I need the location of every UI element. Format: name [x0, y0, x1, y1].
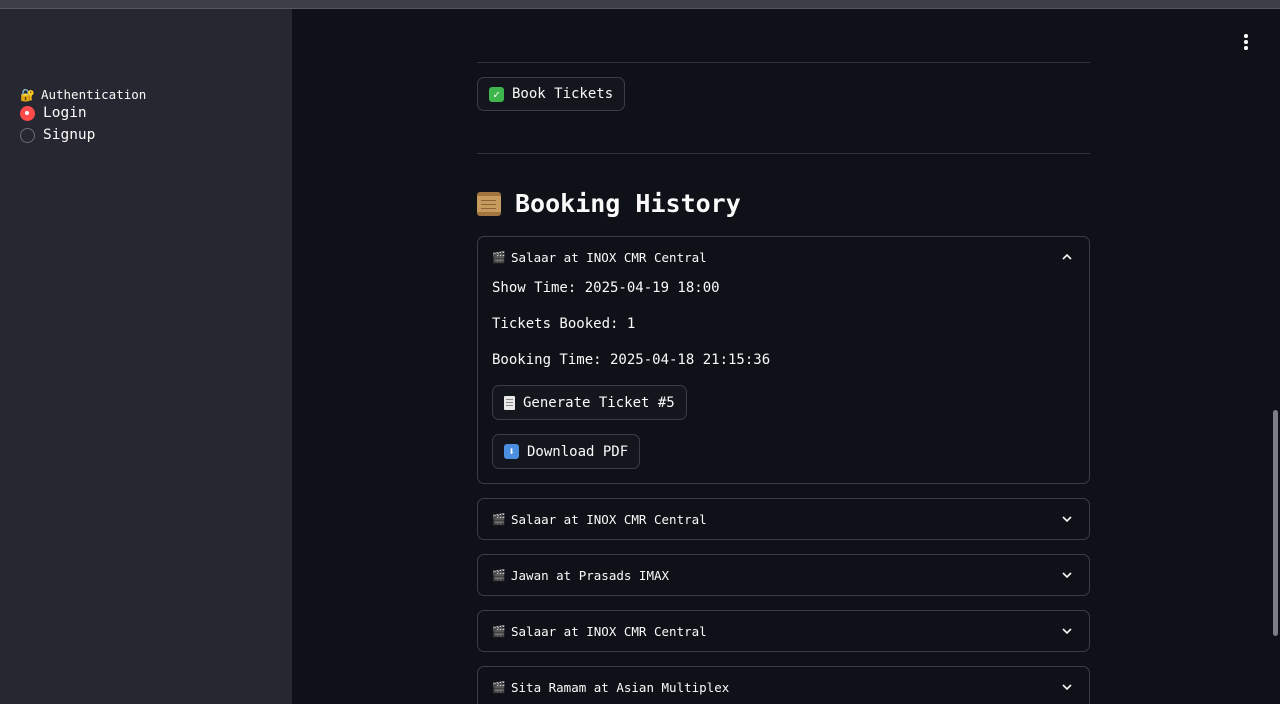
radio-login[interactable]: Login [20, 105, 87, 121]
history-item-expanded: 🎬 Salaar at INOX CMR Central Show Time: … [477, 236, 1090, 484]
history-item[interactable]: 🎬 Sita Ramam at Asian Multiplex [477, 666, 1090, 704]
history-item-header[interactable]: 🎬 Salaar at INOX CMR Central [478, 499, 1089, 540]
scroll-icon [477, 191, 501, 216]
history-item-header[interactable]: 🎬 Salaar at INOX CMR Central [478, 237, 1089, 278]
booking-history-heading: Booking History [477, 189, 741, 218]
download-pdf-button[interactable]: ⬇ Download PDF [492, 434, 641, 469]
booking-time-text: Booking Time: 2025-04-18 21:15:36 [492, 352, 771, 368]
history-item[interactable]: 🎬 Salaar at INOX CMR Central [477, 610, 1090, 652]
booking-history-title: Booking History [515, 189, 741, 218]
chevron-up-icon[interactable] [1061, 251, 1073, 263]
main-menu-kebab-icon[interactable] [1234, 31, 1258, 53]
browser-top-strip [0, 0, 1280, 9]
radio-login-label: Login [43, 105, 87, 121]
download-pdf-label: Download PDF [527, 443, 629, 460]
history-item-title: Salaar at INOX CMR Central [511, 512, 707, 527]
down-arrow-icon: ⬇ [504, 444, 519, 459]
book-tickets-label: Book Tickets [512, 86, 614, 102]
clapper-board-icon: 🎬 [492, 251, 506, 264]
divider-top [477, 62, 1090, 63]
book-tickets-button[interactable]: ✓ Book Tickets [477, 77, 626, 111]
radio-signup-label: Signup [43, 127, 96, 143]
app-header [292, 9, 1280, 65]
generate-ticket-button[interactable]: Generate Ticket #5 [492, 385, 687, 420]
radio-selected-icon[interactable] [20, 105, 35, 121]
history-item-header[interactable]: 🎬 Salaar at INOX CMR Central [478, 611, 1089, 652]
sidebar: 🔐 Authentication Login Signup [0, 9, 292, 704]
history-item[interactable]: 🎬 Salaar at INOX CMR Central [477, 498, 1090, 540]
clapper-board-icon: 🎬 [492, 625, 506, 638]
history-item-title: Salaar at INOX CMR Central [511, 624, 707, 639]
main-area: ✓ Book Tickets Booking History 🎬 Salaar … [292, 9, 1280, 704]
chevron-down-icon[interactable] [1061, 681, 1073, 693]
generate-ticket-label: Generate Ticket #5 [523, 394, 675, 411]
history-item-title: Salaar at INOX CMR Central [511, 250, 707, 265]
receipt-icon [504, 395, 515, 410]
chevron-down-icon[interactable] [1061, 569, 1073, 581]
clapper-board-icon: 🎬 [492, 513, 506, 526]
radio-unselected-icon[interactable] [20, 127, 35, 143]
history-item-header[interactable]: 🎬 Jawan at Prasads IMAX [478, 555, 1089, 596]
check-mark-icon: ✓ [489, 86, 504, 102]
auth-section-title: 🔐 Authentication [20, 87, 146, 102]
divider-middle [477, 153, 1090, 154]
chevron-down-icon[interactable] [1061, 513, 1073, 525]
history-item-title: Sita Ramam at Asian Multiplex [511, 680, 730, 695]
auth-title-label: Authentication [40, 87, 147, 102]
history-item-header[interactable]: 🎬 Sita Ramam at Asian Multiplex [478, 667, 1089, 704]
history-item-title: Jawan at Prasads IMAX [511, 568, 670, 583]
tickets-booked-text: Tickets Booked: 1 [492, 316, 636, 332]
radio-signup[interactable]: Signup [20, 127, 95, 143]
clapper-board-icon: 🎬 [492, 681, 506, 694]
lock-with-key-icon: 🔐 [20, 87, 35, 102]
history-item[interactable]: 🎬 Jawan at Prasads IMAX [477, 554, 1090, 596]
clapper-board-icon: 🎬 [492, 569, 506, 582]
show-time-text: Show Time: 2025-04-19 18:00 [492, 280, 720, 296]
main-scrollbar-thumb[interactable] [1273, 410, 1278, 636]
chevron-down-icon[interactable] [1061, 625, 1073, 637]
